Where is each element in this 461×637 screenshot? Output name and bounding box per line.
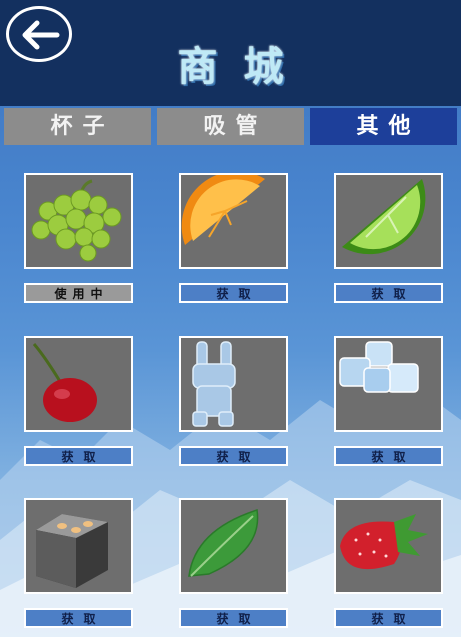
tab-other[interactable]: 其他 — [310, 108, 457, 145]
header-bar: 商城 — [0, 0, 461, 106]
item-button-cherry[interactable]: 获取 — [24, 446, 133, 466]
ice-rabbit-icon — [192, 341, 236, 427]
item-button-orange[interactable]: 获取 — [179, 283, 288, 303]
item-tile-mint[interactable] — [179, 498, 288, 594]
item-button-mint[interactable]: 获取 — [179, 608, 288, 628]
orange-slice-icon — [181, 175, 265, 245]
item-tile-ice-cubes[interactable] — [334, 336, 443, 432]
item-tile-steel-cube[interactable] — [24, 498, 133, 594]
item-tile-cherry[interactable] — [24, 336, 133, 432]
ice-cubes-icon — [339, 341, 419, 393]
item-tile-strawberry[interactable] — [334, 498, 443, 594]
strawberry-icon — [340, 514, 428, 570]
lime-slice-icon — [342, 179, 426, 255]
item-button-lime[interactable]: 获取 — [334, 283, 443, 303]
item-button-strawberry[interactable]: 获取 — [334, 608, 443, 628]
tab-straws[interactable]: 吸管 — [157, 108, 304, 145]
item-tile-orange[interactable] — [179, 173, 288, 269]
item-tile-ice-rabbit[interactable] — [179, 336, 288, 432]
tab-cups[interactable]: 杯子 — [4, 108, 151, 145]
steel-ice-cube-icon — [36, 514, 108, 588]
item-tile-grapes[interactable] — [24, 173, 133, 269]
item-button-steel-cube[interactable]: 获取 — [24, 608, 133, 628]
item-button-ice-rabbit[interactable]: 获取 — [179, 446, 288, 466]
item-tile-lime[interactable] — [334, 173, 443, 269]
mint-leaf-icon — [188, 509, 259, 577]
item-button-ice-cubes[interactable]: 获取 — [334, 446, 443, 466]
item-button-grapes[interactable]: 使用中 — [24, 283, 133, 303]
grapes-icon — [31, 179, 122, 262]
page-title: 商城 — [177, 44, 310, 90]
cherry-icon — [32, 343, 97, 422]
